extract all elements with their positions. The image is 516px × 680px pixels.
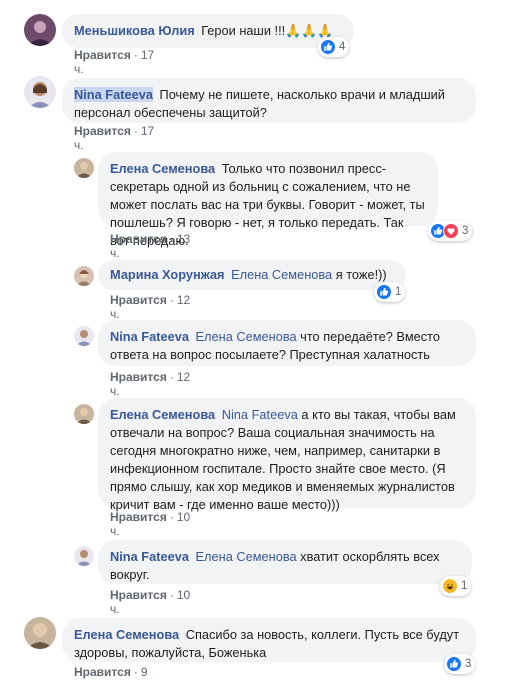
reaction-summary[interactable]: 3 xyxy=(444,654,476,674)
reaction-count: 3 xyxy=(465,658,472,670)
like-button[interactable]: Нравится xyxy=(110,232,167,246)
comment-actions: Нравится · 10 ч. xyxy=(110,510,191,538)
comment-bubble: Nina Fateeva Елена Семенова хватит оскор… xyxy=(98,540,472,584)
comment-actions: Нравится · 12 ч. xyxy=(110,293,191,321)
comment-actions: Нравится · 13 ч. xyxy=(110,232,191,260)
mention-link[interactable]: Nina Fateeva xyxy=(222,407,298,422)
reaction-summary[interactable]: 1 xyxy=(374,282,406,302)
like-reaction-icon xyxy=(446,656,462,672)
like-button[interactable]: Нравится xyxy=(110,293,167,307)
comment-text: я тоже!)) xyxy=(335,267,387,282)
like-reaction-icon xyxy=(376,284,392,300)
reaction-summary[interactable]: 1 xyxy=(440,576,472,596)
avatar[interactable] xyxy=(24,14,56,46)
avatar[interactable] xyxy=(74,326,94,346)
haha-reaction-icon xyxy=(442,578,458,594)
comment-actions: Нравится · 10 ч. xyxy=(110,588,191,616)
like-button[interactable]: Нравится xyxy=(74,48,131,62)
comment-author[interactable]: Nina Fateeva xyxy=(74,87,153,102)
comment-bubble: Елена Семенова Nina Fateeva а кто вы так… xyxy=(98,398,476,512)
comment-author[interactable]: Nina Fateeva xyxy=(110,329,189,344)
comment-text: Герои наши !!!🙏🙏🙏 xyxy=(201,23,333,38)
comment-author[interactable]: Елена Семенова xyxy=(74,627,179,642)
comment-bubble: Елена Семенова Спасибо за новость, колле… xyxy=(62,618,476,662)
avatar[interactable] xyxy=(24,617,56,649)
avatar[interactable] xyxy=(74,404,94,424)
reaction-summary[interactable]: 4 xyxy=(318,37,350,57)
like-button[interactable]: Нравится xyxy=(110,510,167,524)
avatar[interactable] xyxy=(74,266,94,286)
comment-bubble: Елена Семенова Только что позвонил пресс… xyxy=(98,152,438,248)
comment-author[interactable]: Nina Fateeva xyxy=(110,549,189,564)
like-button[interactable]: Нравится xyxy=(74,124,131,138)
avatar[interactable] xyxy=(74,158,94,178)
reaction-summary[interactable]: 3 xyxy=(428,221,473,241)
comment-actions: Нравится · 17 ч. xyxy=(74,124,155,152)
comment-actions: Нравится · 12 ч. xyxy=(110,370,191,398)
comment-author[interactable]: Елена Семенова xyxy=(110,161,215,176)
like-button[interactable]: Нравится xyxy=(110,370,167,384)
comment-author[interactable]: Елена Семенова xyxy=(110,407,215,422)
comment-bubble: Марина Хорунжая Елена Семенова я тоже!)) xyxy=(98,260,406,290)
like-reaction-icon xyxy=(320,39,336,55)
mention-link[interactable]: Елена Семенова xyxy=(231,267,332,282)
comment-text: а кто вы такая, чтобы вам отвечали на во… xyxy=(110,407,456,512)
reaction-count: 3 xyxy=(462,225,469,237)
mention-link[interactable]: Елена Семенова xyxy=(196,549,297,564)
comment-author[interactable]: Марина Хорунжая xyxy=(110,267,225,282)
love-reaction-icon xyxy=(443,223,459,239)
comment-actions: Нравится · 17 ч. xyxy=(74,48,155,76)
comment-bubble: Nina Fateeva Почему не пишете, насколько… xyxy=(62,78,476,123)
like-button[interactable]: Нравится xyxy=(110,588,167,602)
like-button[interactable]: Нравится xyxy=(74,665,131,679)
comment-bubble: Меньшикова Юлия Герои наши !!!🙏🙏🙏 xyxy=(62,14,354,48)
reaction-count: 1 xyxy=(461,580,468,592)
reaction-count: 4 xyxy=(339,41,346,53)
reaction-count: 1 xyxy=(395,286,402,298)
comment-bubble: Nina Fateeva Елена Семенова что передаёт… xyxy=(98,320,476,366)
comment-actions: Нравится·9 ч. xyxy=(74,665,148,680)
mention-link[interactable]: Елена Семенова xyxy=(196,329,297,344)
comment-author[interactable]: Меньшикова Юлия xyxy=(74,23,195,38)
avatar[interactable] xyxy=(24,76,56,108)
avatar[interactable] xyxy=(74,546,94,566)
